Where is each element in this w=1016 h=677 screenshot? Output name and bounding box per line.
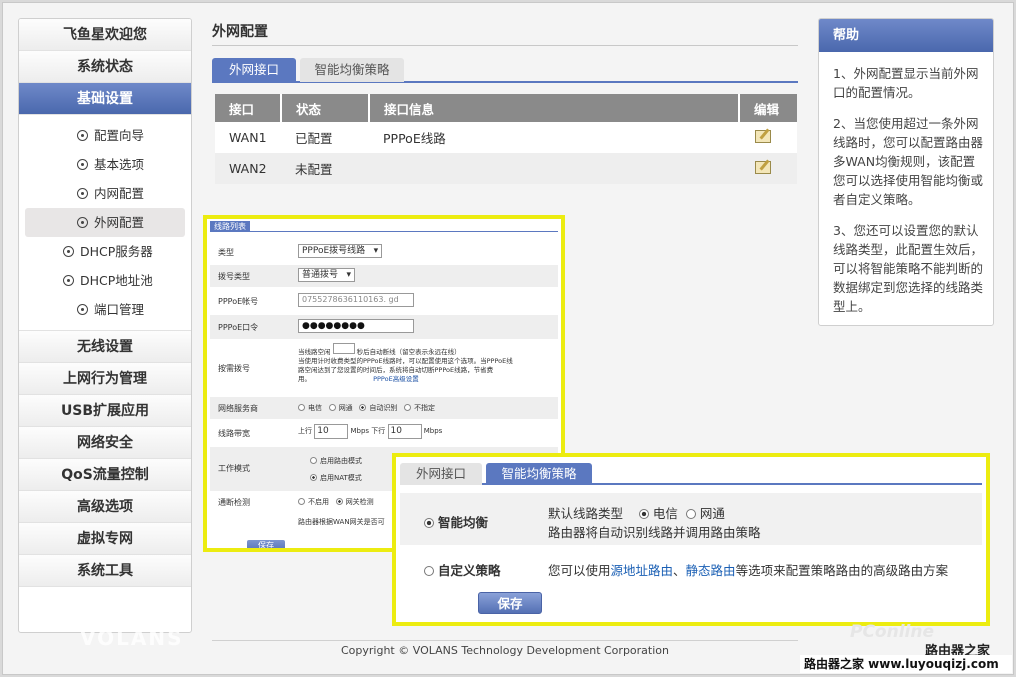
nav-basic-settings[interactable]: 基础设置 xyxy=(19,83,191,115)
subnav-dhcp-server[interactable]: DHCP服务器 xyxy=(25,237,185,266)
help-paragraph: 1、外网配置显示当前外网口的配置情况。 xyxy=(833,66,979,100)
footer-copyright: Copyright © VOLANS Technology Developmen… xyxy=(212,640,798,657)
nav-system-tools[interactable]: 系统工具 xyxy=(19,555,191,587)
inset-tab-smart-balance[interactable]: 智能均衡策略 xyxy=(486,463,592,485)
smart-balance-row: 智能均衡 默认线路类型 电信 网通 路由器将自动识别线路并调用路由策略 xyxy=(400,493,982,545)
table-row: WAN1 已配置 PPPoE线路 xyxy=(215,122,797,153)
inset-tab-bar: 外网接口 智能均衡策略 xyxy=(400,461,982,485)
nav-qos[interactable]: QoS流量控制 xyxy=(19,459,191,491)
pconline-watermark: PConline xyxy=(850,622,935,642)
radio-auto[interactable] xyxy=(359,404,367,411)
inset-tab-wan-interface[interactable]: 外网接口 xyxy=(400,463,482,485)
cell-interface: WAN2 xyxy=(215,153,281,184)
subnav-dhcp-pool[interactable]: DHCP地址池 xyxy=(25,266,185,295)
nav-system-status[interactable]: 系统状态 xyxy=(19,51,191,83)
circle-bullet-icon xyxy=(77,304,88,315)
radio-detect-off[interactable] xyxy=(298,498,305,505)
radio-smart-balance[interactable] xyxy=(424,518,434,528)
col-header-info: 接口信息 xyxy=(369,94,740,122)
smart-balance-inset: 外网接口 智能均衡策略 智能均衡 默认线路类型 电信 网通 路由器将自动识别线路… xyxy=(392,453,990,626)
radio-telecom[interactable] xyxy=(298,404,305,411)
subnav-lan-config[interactable]: 内网配置 xyxy=(25,179,185,208)
site-url-watermark: 路由器之家 www.luyouqizj.com xyxy=(800,655,1012,673)
form-row-bandwidth: 线路带宽 上行 10 Mbps 下行 10 Mbps xyxy=(218,424,443,439)
subnav-port-management[interactable]: 端口管理 xyxy=(25,295,185,324)
circle-bullet-icon xyxy=(63,275,74,286)
edit-icon[interactable] xyxy=(755,160,771,174)
form-row-isp: 网络服务商 电信 网通 自动识别 不指定 xyxy=(210,397,558,419)
sidebar-nav: 飞鱼星欢迎您 系统状态 基础设置 配置向导 基本选项 内网配置 外网配置 DHC… xyxy=(18,18,192,633)
dial-type-select[interactable]: 普通拨号 xyxy=(298,268,356,282)
volans-logo: www.adsl.com 飞鱼星 VOLANS xyxy=(62,602,184,650)
nav-wireless[interactable]: 无线设置 xyxy=(19,331,191,363)
radio-route-mode[interactable] xyxy=(310,457,317,464)
cell-info xyxy=(369,153,739,184)
download-bw-input[interactable]: 10 xyxy=(387,424,422,439)
tab-wan-interface[interactable]: 外网接口 xyxy=(212,58,296,82)
circle-bullet-icon xyxy=(77,188,88,199)
tab-smart-balance[interactable]: 智能均衡策略 xyxy=(300,58,404,82)
inset-save-button[interactable]: 保存 xyxy=(247,540,285,548)
smart-balance-desc: 路由器将自动识别线路并调用路由策略 xyxy=(548,525,761,540)
radio-none[interactable] xyxy=(404,404,412,411)
subnav-wan-config[interactable]: 外网配置 xyxy=(25,208,185,237)
help-panel: 帮助 1、外网配置显示当前外网口的配置情况。 2、当您使用超过一条外网线路时，您… xyxy=(818,18,994,326)
source-route-link[interactable]: 源地址路由 xyxy=(611,563,674,578)
form-row-account: PPPoE帐号 0755278636110163. gd xyxy=(210,289,558,313)
nav-welcome[interactable]: 飞鱼星欢迎您 xyxy=(19,19,191,51)
table-row: WAN2 未配置 xyxy=(215,153,797,184)
pppoe-account-input[interactable]: 0755278636110163. gd xyxy=(298,293,414,307)
form-row-password: PPPoE口令 ●●●●●●●● xyxy=(210,315,558,339)
main-content: 外网配置 外网接口 智能均衡策略 接口 状态 接口信息 编辑 WAN1 已配置 … xyxy=(212,18,798,184)
nav-vpn[interactable]: 虚拟专网 xyxy=(19,523,191,555)
help-paragraph: 3、您还可以设置您的默认线路类型，此配置生效后，可以将智能策略不能判断的数据绑定… xyxy=(833,223,984,314)
cell-status: 已配置 xyxy=(281,122,369,153)
col-header-edit: 编辑 xyxy=(739,94,797,122)
tab-bar: 外网接口 智能均衡策略 xyxy=(212,58,798,83)
pppoe-advanced-link[interactable]: PPPoE高级设置 xyxy=(373,375,419,383)
nav-submenu: 配置向导 基本选项 内网配置 外网配置 DHCP服务器 DHCP地址池 端口管理 xyxy=(19,115,191,331)
cell-info: PPPoE线路 xyxy=(369,122,739,153)
wan-table: 接口 状态 接口信息 编辑 WAN1 已配置 PPPoE线路 WAN2 未配置 xyxy=(215,94,797,184)
radio-default-telecom[interactable] xyxy=(638,509,649,519)
help-title: 帮助 xyxy=(819,19,993,52)
subnav-setup-wizard[interactable]: 配置向导 xyxy=(25,121,185,150)
nav-usb[interactable]: USB扩展应用 xyxy=(19,395,191,427)
form-row-on-demand: 按需拨号 当线路空闲 秒后自动断线（留空表示永远在线） 当使用计时收费类型的PP… xyxy=(210,341,558,395)
help-paragraph: 2、当您使用超过一条外网线路时，您可以配置路由器多WAN均衡规则，该配置您可以选… xyxy=(833,116,984,207)
pppoe-password-input[interactable]: ●●●●●●●● xyxy=(298,319,414,333)
line-type-select[interactable]: PPPoE拨号线路 xyxy=(298,244,383,258)
circle-bullet-icon xyxy=(63,246,74,257)
radio-custom-policy[interactable] xyxy=(424,566,434,576)
cell-status: 未配置 xyxy=(281,153,369,184)
page-title: 外网配置 xyxy=(212,18,798,46)
save-button[interactable]: 保存 xyxy=(478,592,542,614)
radio-nat-mode[interactable] xyxy=(310,474,317,481)
circle-bullet-icon xyxy=(77,159,88,170)
radio-gateway-detect[interactable] xyxy=(335,498,343,505)
form-row-type: 类型 PPPoE拨号线路 xyxy=(210,241,558,263)
custom-policy-row: 自定义策略 您可以使用源地址路由、静态路由等选项来配置策略路由的高级路由方案 xyxy=(400,549,982,589)
edit-icon[interactable] xyxy=(755,129,771,143)
idle-time-input[interactable] xyxy=(332,343,355,354)
radio-default-netcom[interactable] xyxy=(685,509,696,519)
circle-bullet-icon xyxy=(77,217,88,228)
nav-behavior-management[interactable]: 上网行为管理 xyxy=(19,363,191,395)
upload-bw-input[interactable]: 10 xyxy=(314,424,349,439)
form-row-dial-type: 拨号类型 普通拨号 xyxy=(210,265,558,287)
col-header-status: 状态 xyxy=(281,94,370,122)
subnav-basic-options[interactable]: 基本选项 xyxy=(25,150,185,179)
col-header-interface: 接口 xyxy=(215,94,282,122)
radio-netcom[interactable] xyxy=(328,404,336,411)
cell-interface: WAN1 xyxy=(215,122,281,153)
nav-security[interactable]: 网络安全 xyxy=(19,427,191,459)
nav-advanced[interactable]: 高级选项 xyxy=(19,491,191,523)
circle-bullet-icon xyxy=(77,130,88,141)
static-route-link[interactable]: 静态路由 xyxy=(686,563,736,578)
